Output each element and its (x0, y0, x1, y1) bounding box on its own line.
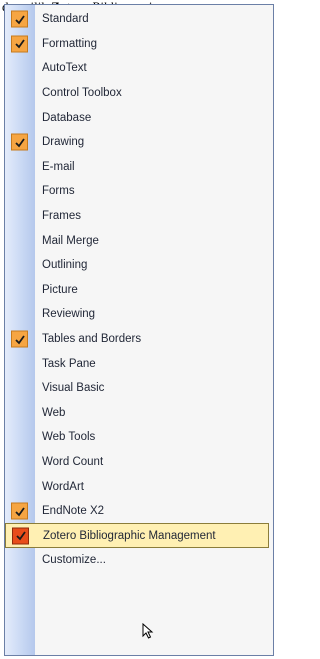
menu-item-label: Task Pane (42, 357, 96, 370)
toolbars-context-menu: Standard Formatting AutoText Control Toolbo… (4, 4, 274, 656)
menu-item-label: Standard (42, 13, 89, 26)
menu-item-wordart[interactable]: WordArt (5, 474, 273, 499)
menu-item-label: Customize... (42, 554, 106, 567)
menu-item-label: AutoText (42, 62, 87, 75)
menu-item-label: Database (42, 111, 92, 124)
menu-item-label: Frames (42, 210, 81, 223)
menu-item-web-tools[interactable]: Web Tools (5, 425, 273, 450)
menu-item-autotext[interactable]: AutoText (5, 56, 273, 81)
menu-item-task-pane[interactable]: Task Pane (5, 351, 273, 376)
menu-item-frames[interactable]: Frames (5, 204, 273, 229)
menu-item-label: Visual Basic (42, 382, 105, 395)
checkmark-icon (11, 10, 28, 28)
menu-item-web[interactable]: Web (5, 401, 273, 426)
mouse-cursor-icon (142, 623, 154, 639)
menu-item-picture[interactable]: Picture (5, 278, 273, 303)
checkmark-icon (12, 527, 29, 545)
menu-item-label: Control Toolbox (42, 87, 122, 100)
menu-item-label: Zotero Bibliographic Management (43, 529, 216, 542)
menu-item-customize[interactable]: Customize... (5, 548, 273, 573)
menu-item-tables-and-borders[interactable]: Tables and Borders (5, 327, 273, 352)
menu-item-label: Outlining (42, 259, 88, 272)
menu-item-word-count[interactable]: Word Count (5, 450, 273, 475)
menu-item-outlining[interactable]: Outlining (5, 253, 273, 278)
checkmark-icon (11, 35, 28, 53)
menu-item-label: EndNote X2 (42, 505, 105, 518)
checkmark-icon (11, 133, 28, 151)
menu-item-label: Reviewing (42, 308, 96, 321)
menu-item-label: Formatting (42, 37, 97, 50)
menu-item-forms[interactable]: Forms (5, 179, 273, 204)
menu-item-formatting[interactable]: Formatting (5, 32, 273, 57)
checkmark-icon (11, 502, 28, 520)
menu-item-label: Picture (42, 283, 78, 296)
menu-item-control-toolbox[interactable]: Control Toolbox (5, 81, 273, 106)
menu-item-e-mail[interactable]: E-mail (5, 155, 273, 180)
menu-item-label: Drawing (42, 136, 85, 149)
menu-items: Standard Formatting AutoText Control Toolbo… (5, 7, 273, 573)
menu-item-standard[interactable]: Standard (5, 7, 273, 32)
menu-item-label: WordArt (42, 480, 84, 493)
menu-item-label: Web (42, 406, 66, 419)
menu-item-reviewing[interactable]: Reviewing (5, 302, 273, 327)
menu-item-label: Tables and Borders (42, 333, 142, 346)
menu-item-database[interactable]: Database (5, 105, 273, 130)
menu-item-endnote-x2[interactable]: EndNote X2 (5, 499, 273, 524)
menu-item-label: Word Count (42, 455, 104, 468)
menu-item-label: Mail Merge (42, 234, 99, 247)
menu-item-label: Web Tools (42, 431, 96, 444)
menu-item-drawing[interactable]: Drawing (5, 130, 273, 155)
menu-item-zotero-bibliographic-management[interactable]: Zotero Bibliographic Management (5, 523, 269, 549)
menu-item-visual-basic[interactable]: Visual Basic (5, 376, 273, 401)
menu-item-label: Forms (42, 185, 75, 198)
menu-item-mail-merge[interactable]: Mail Merge (5, 228, 273, 253)
menu-item-label: E-mail (42, 160, 75, 173)
checkmark-icon (11, 330, 28, 348)
